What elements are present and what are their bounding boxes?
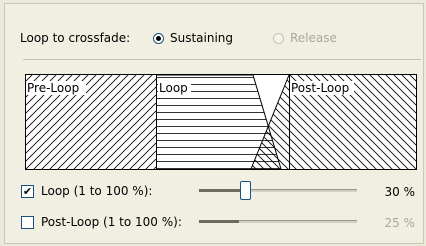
crossfade-settings-panel: Loop to crossfade: Sustaining Release Pr… xyxy=(4,3,424,244)
crossfade-diagram: Pre-Loop Loop Post-Loop xyxy=(25,74,417,170)
crossfade-row: Loop to crossfade: xyxy=(20,31,130,45)
loop-checkbox[interactable]: ✔ xyxy=(21,184,34,198)
post-loop-slider-fill xyxy=(199,220,239,223)
radio-sustaining-indicator[interactable] xyxy=(153,32,164,44)
post-loop-checkbox-label[interactable]: Post-Loop (1 to 100 %): xyxy=(41,215,182,229)
radio-release-label[interactable]: Release xyxy=(290,31,337,45)
loop-checkbox-row[interactable]: ✔ Loop (1 to 100 %): xyxy=(21,184,152,198)
radio-sustaining[interactable]: Sustaining xyxy=(153,31,233,45)
post-loop-label: Post-Loop xyxy=(291,81,349,95)
loop-slider-thumb[interactable] xyxy=(240,181,251,200)
radio-release-indicator[interactable] xyxy=(273,32,284,44)
pre-loop-label: Pre-Loop xyxy=(27,81,79,95)
radio-release[interactable]: Release xyxy=(273,31,337,45)
loop-slider-fill xyxy=(199,189,246,192)
separator xyxy=(23,59,421,60)
post-loop-value: 25 % xyxy=(384,216,416,230)
loop-value: 30 % xyxy=(384,185,416,199)
crossfade-label: Loop to crossfade: xyxy=(20,31,131,45)
post-loop-checkbox[interactable] xyxy=(21,215,34,229)
radio-sustaining-label[interactable]: Sustaining xyxy=(170,31,233,45)
loop-slider-track[interactable] xyxy=(199,189,357,192)
loop-label: Loop xyxy=(159,81,188,95)
post-loop-checkbox-row[interactable]: Post-Loop (1 to 100 %): xyxy=(21,215,182,229)
post-loop-slider-track[interactable] xyxy=(199,220,357,223)
loop-checkbox-label[interactable]: Loop (1 to 100 %): xyxy=(41,184,152,198)
